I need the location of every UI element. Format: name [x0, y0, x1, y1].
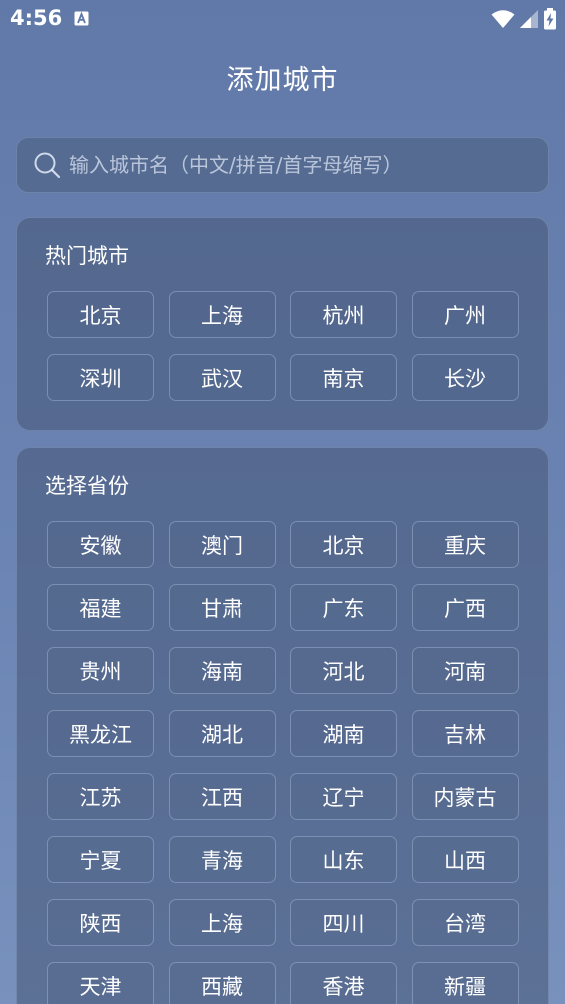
province-button[interactable]: 台湾	[411, 899, 519, 946]
hot-city-button[interactable]: 武汉	[168, 354, 276, 401]
hot-city-button[interactable]: 深圳	[47, 354, 154, 401]
province-button[interactable]: 河北	[290, 647, 397, 694]
province-button[interactable]: 宁夏	[47, 836, 154, 883]
hot-cities-card: 热门城市 北京 上海 杭州 广州 深圳 武汉 南京 长沙	[16, 217, 549, 431]
status-time: 4:56	[10, 6, 63, 30]
province-button[interactable]: 贵州	[47, 647, 154, 694]
province-button[interactable]: 山东	[290, 836, 397, 883]
province-button[interactable]: 青海	[168, 836, 276, 883]
province-button[interactable]: 海南	[168, 647, 276, 694]
province-button[interactable]: 江苏	[47, 773, 154, 820]
province-button[interactable]: 广东	[290, 584, 397, 631]
province-button[interactable]: 湖北	[168, 710, 276, 757]
hot-city-button[interactable]: 上海	[168, 291, 276, 338]
provinces-title: 选择省份	[45, 474, 129, 498]
hot-city-button[interactable]: 南京	[290, 354, 397, 401]
province-button[interactable]: 江西	[168, 773, 276, 820]
search-input[interactable]	[69, 145, 529, 185]
a-letter-icon	[74, 11, 89, 26]
hot-cities-title: 热门城市	[45, 244, 129, 268]
status-bar: 4:56	[0, 0, 565, 38]
province-button[interactable]: 河南	[411, 647, 519, 694]
wifi-icon	[491, 10, 515, 28]
hot-cities-grid: 北京 上海 杭州 广州 深圳 武汉 南京 长沙	[47, 291, 519, 401]
province-button[interactable]: 重庆	[411, 521, 519, 568]
provinces-grid: 安徽 澳门 北京 重庆 福建 甘肃 广东 广西 贵州 海南 河北 河南 黑龙江 …	[47, 521, 519, 1004]
province-button[interactable]: 香港	[290, 962, 397, 1004]
provinces-card: 选择省份 安徽 澳门 北京 重庆 福建 甘肃 广东 广西 贵州 海南 河北 河南…	[16, 447, 549, 1004]
status-icons	[491, 8, 557, 30]
battery-charging-icon	[544, 8, 556, 30]
province-button[interactable]: 福建	[47, 584, 154, 631]
province-button[interactable]: 黑龙江	[47, 710, 154, 757]
province-button[interactable]: 吉林	[411, 710, 519, 757]
province-button[interactable]: 陕西	[47, 899, 154, 946]
province-button[interactable]: 北京	[290, 521, 397, 568]
province-button[interactable]: 山西	[411, 836, 519, 883]
province-button[interactable]: 上海	[168, 899, 276, 946]
hot-city-button[interactable]: 长沙	[411, 354, 519, 401]
province-button[interactable]: 四川	[290, 899, 397, 946]
province-button[interactable]: 湖南	[290, 710, 397, 757]
signal-icon	[520, 10, 538, 28]
hot-city-button[interactable]: 北京	[47, 291, 154, 338]
hot-city-button[interactable]: 广州	[411, 291, 519, 338]
province-button[interactable]: 西藏	[168, 962, 276, 1004]
province-button[interactable]: 安徽	[47, 521, 154, 568]
search-box[interactable]	[16, 137, 549, 193]
search-icon	[34, 152, 61, 179]
hot-city-button[interactable]: 杭州	[290, 291, 397, 338]
province-button[interactable]: 内蒙古	[411, 773, 519, 820]
province-button[interactable]: 天津	[47, 962, 154, 1004]
province-button[interactable]: 甘肃	[168, 584, 276, 631]
province-button[interactable]: 辽宁	[290, 773, 397, 820]
province-button[interactable]: 新疆	[411, 962, 519, 1004]
province-button[interactable]: 澳门	[168, 521, 276, 568]
province-button[interactable]: 广西	[411, 584, 519, 631]
page-title: 添加城市	[226, 65, 339, 96]
